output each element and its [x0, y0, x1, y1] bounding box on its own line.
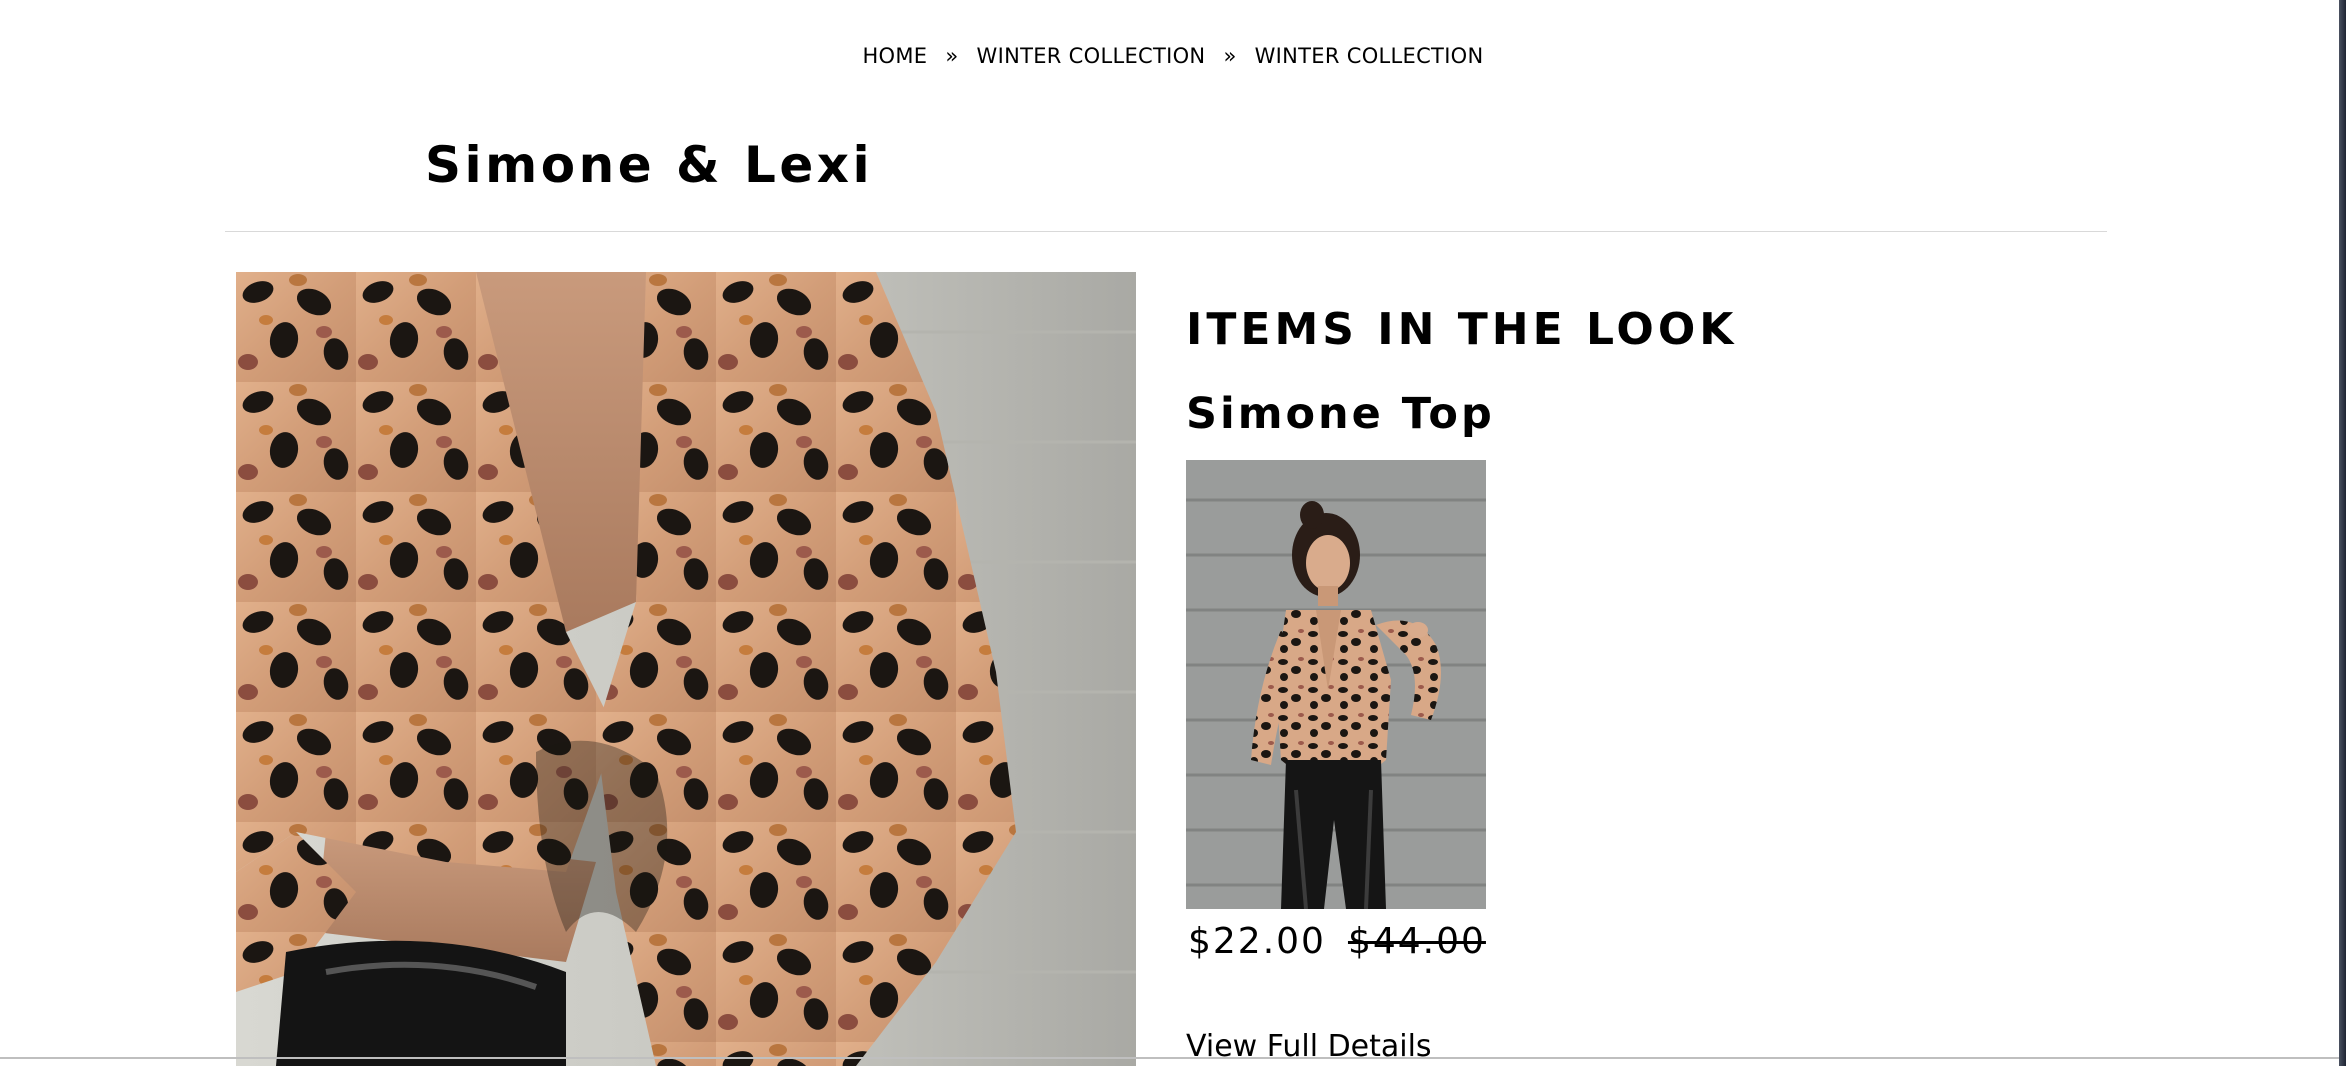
items-in-look-heading: ITEMS IN THE LOOK — [1186, 304, 1738, 355]
breadcrumb-separator: » — [945, 44, 959, 68]
breadcrumb: HOME » WINTER COLLECTION » WINTER COLLECTION — [0, 44, 2346, 68]
product-name[interactable]: Simone Top — [1186, 393, 1495, 436]
sale-price: $22.00 — [1188, 921, 1326, 962]
product-thumbnail[interactable] — [1186, 460, 1486, 909]
original-price: $44.00 — [1347, 921, 1486, 962]
title-divider — [225, 231, 2107, 232]
breadcrumb-separator: » — [1223, 44, 1237, 68]
viewport-bottom-border — [0, 1057, 2339, 1059]
window-edge-strip — [2339, 0, 2346, 1066]
page: HOME » WINTER COLLECTION » WINTER COLLECTION… — [0, 0, 2346, 1066]
price-row: $22.00 $44.00 — [1188, 924, 1486, 960]
look-main-image — [236, 272, 1136, 1066]
model-photo-icon — [1186, 460, 1486, 909]
breadcrumb-collection-link[interactable]: WINTER COLLECTION — [977, 44, 1206, 68]
breadcrumb-home-link[interactable]: HOME — [862, 44, 927, 68]
breadcrumb-current-link[interactable]: WINTER COLLECTION — [1255, 44, 1484, 68]
leopard-print-top-photo-icon — [236, 272, 1136, 1066]
page-title: Simone & Lexi — [425, 136, 874, 194]
